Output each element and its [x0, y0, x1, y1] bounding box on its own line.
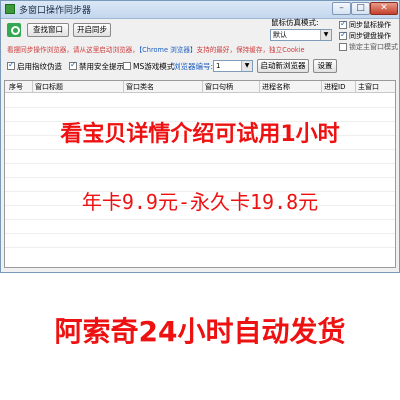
- lock-main-window-checkbox[interactable]: [339, 43, 347, 51]
- chevron-down-icon: ▼: [320, 30, 331, 40]
- column-header-index[interactable]: 序号: [9, 82, 23, 92]
- column-header-title[interactable]: 窗口标题: [35, 82, 63, 92]
- browser-number-value: 1: [216, 62, 221, 70]
- info-message: 看摆同步操作浏览器，请从这里启动浏览器，【Chrome 浏览器】支持的最好，保持…: [7, 44, 305, 54]
- window-title: 多窗口操作同步器: [19, 6, 92, 16]
- title-bar[interactable]: 多窗口操作同步器 – □ ✕: [1, 1, 399, 19]
- column-header-main-window[interactable]: 主窗口: [358, 82, 379, 92]
- chevron-down-icon: ▼: [241, 61, 252, 71]
- mouse-mode-value: 默认: [273, 31, 287, 39]
- column-header-pid[interactable]: 进程ID: [324, 82, 345, 92]
- start-sync-button[interactable]: 开启同步: [73, 23, 111, 37]
- fingerprint-label: 启用指纹伪造: [17, 62, 62, 71]
- lock-main-window-label: 锁定主窗口模式: [349, 43, 398, 51]
- column-header-process[interactable]: 进程名称: [262, 82, 290, 92]
- promo-trial-text: 看宝贝详情介绍可试用1小时: [60, 122, 340, 147]
- browser-number-label: 浏览器编号:: [173, 62, 214, 71]
- app-logo-icon: [7, 23, 21, 37]
- close-button[interactable]: ✕: [370, 2, 398, 15]
- sync-mouse-checkbox[interactable]: [339, 19, 347, 29]
- column-header-class[interactable]: 窗口类名: [126, 82, 154, 92]
- settings-button[interactable]: 设置: [313, 59, 337, 73]
- ms-game-label: MS游戏模式: [133, 62, 175, 71]
- window-list-table[interactable]: 序号 窗口标题 窗口类名 窗口句柄 进程名称 进程ID 主窗口: [4, 80, 396, 268]
- info-part-2: 【Chrome 浏览器】: [138, 46, 197, 54]
- info-part-1: 看摆同步操作浏览器，请从这里启动浏览器，: [7, 46, 139, 54]
- maximize-button[interactable]: □: [351, 2, 370, 15]
- ms-game-checkbox[interactable]: [123, 62, 131, 70]
- info-part-3: 支持的最好，保持缓存，独立Cookie: [196, 46, 305, 54]
- sync-mouse-label: 同步鼠标操作: [349, 21, 391, 29]
- browser-number-select[interactable]: 1 ▼: [213, 60, 253, 72]
- column-header-handle[interactable]: 窗口句柄: [205, 82, 233, 92]
- mouse-mode-label: 鼠标仿真模式:: [271, 18, 319, 27]
- app-icon: [5, 4, 15, 14]
- disable-security-checkbox[interactable]: [69, 60, 77, 70]
- fingerprint-checkbox[interactable]: [7, 60, 15, 70]
- table-header: 序号 窗口标题 窗口类名 窗口句柄 进程名称 进程ID 主窗口: [5, 81, 395, 93]
- sync-keyboard-label: 同步键盘操作: [349, 32, 391, 40]
- promo-price-text: 年卡9.9元-永久卡19.8元: [81, 190, 319, 214]
- minimize-button[interactable]: –: [332, 2, 351, 15]
- promo-delivery-text: 阿索奇24小时自动发货: [54, 315, 346, 348]
- disable-security-label: 禁用安全提示: [79, 62, 124, 71]
- sync-keyboard-checkbox[interactable]: [339, 30, 347, 40]
- launch-browser-button[interactable]: 启动新浏览器: [257, 59, 309, 73]
- mouse-mode-select[interactable]: 默认 ▼: [270, 29, 332, 41]
- find-window-button[interactable]: 查找窗口: [27, 23, 69, 37]
